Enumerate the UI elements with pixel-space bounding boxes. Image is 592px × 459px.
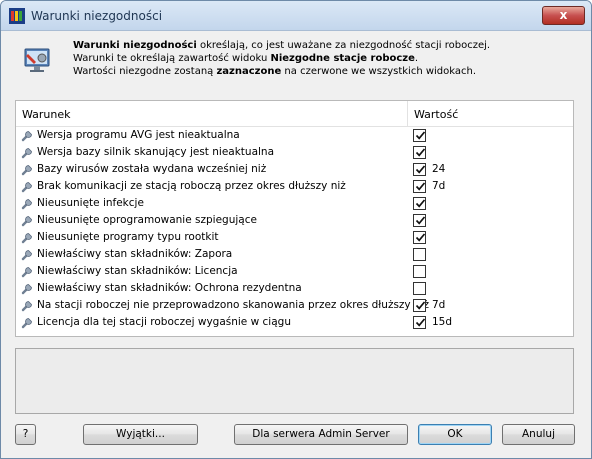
list-item[interactable]: Niewłaściwy stan składników: Zapora (16, 246, 573, 263)
condition-checkbox[interactable] (413, 265, 426, 278)
condition-value[interactable]: 15d (432, 316, 452, 328)
wrench-icon (21, 233, 32, 244)
list-item[interactable]: Na stacji roboczej nie przeprowadzono sk… (16, 297, 573, 314)
wrench-icon (21, 301, 32, 312)
wrench-icon (21, 284, 32, 295)
condition-checkbox[interactable] (413, 197, 426, 210)
condition-label: Na stacji roboczej nie przeprowadzono sk… (37, 299, 430, 311)
checkmark-icon (415, 216, 426, 225)
condition-checkbox[interactable] (413, 316, 426, 329)
avg-logo-icon (9, 8, 25, 24)
checkmark-icon (415, 148, 426, 157)
condition-checkbox[interactable] (413, 146, 426, 159)
condition-value[interactable]: 24 (432, 163, 445, 175)
wrench-icon (21, 318, 32, 329)
condition-checkbox[interactable] (413, 163, 426, 176)
close-button[interactable]: x (542, 6, 585, 25)
wrench-icon (21, 267, 32, 278)
condition-value[interactable]: 7d (432, 299, 445, 311)
wrench-icon (21, 250, 32, 261)
list-header: Warunek Wartość (16, 101, 573, 127)
list-item[interactable]: Nieusunięte infekcje (16, 195, 573, 212)
condition-label: Licencja dla tej stacji roboczej wygaśni… (37, 316, 291, 328)
condition-checkbox[interactable] (413, 299, 426, 312)
wrench-icon (21, 165, 32, 176)
admin-server-button[interactable]: Dla serwera Admin Server (234, 424, 408, 445)
header-line2-end: . (414, 53, 419, 64)
header-line2-text: Warunki te określają zawartość widoku (73, 53, 271, 64)
checkmark-icon (415, 131, 426, 140)
condition-checkbox[interactable] (413, 231, 426, 244)
condition-checkbox[interactable] (413, 129, 426, 142)
checkmark-icon (415, 165, 426, 174)
header-line3-bold: zaznaczone (216, 66, 282, 77)
condition-label: Niewłaściwy stan składników: Licencja (37, 265, 238, 277)
column-divider[interactable] (407, 101, 408, 127)
wrench-icon (21, 182, 32, 193)
title-bar[interactable]: Warunki niezgodności x (1, 1, 591, 31)
wrench-icon (21, 131, 32, 142)
description-panel (15, 348, 574, 414)
header-line3-text: Wartości niezgodne zostaną (73, 66, 217, 77)
condition-label: Wersja programu AVG jest nieaktualna (37, 129, 240, 141)
exceptions-button[interactable]: Wyjątki... (83, 424, 198, 445)
column-header-value[interactable]: Wartość (414, 108, 458, 121)
condition-checkbox[interactable] (413, 180, 426, 193)
header-description: Warunki niezgodności określają, co jest … (73, 39, 573, 78)
help-button[interactable]: ? (15, 424, 36, 445)
condition-label: Brak komunikacji ze stacją roboczą przez… (37, 180, 346, 192)
dialog-window: Warunki niezgodności x Warunki niezgodno… (0, 0, 592, 459)
window-title: Warunki niezgodności (31, 9, 163, 23)
condition-label: Nieusunięte infekcje (37, 197, 144, 209)
checkmark-icon (415, 301, 426, 310)
list-item[interactable]: Nieusunięte oprogramowanie szpiegujące (16, 212, 573, 229)
condition-label: Wersja bazy silnik skanujący jest nieakt… (37, 146, 275, 158)
condition-label: Nieusunięte programy typu rootkit (37, 231, 219, 243)
header-line2-bold: Niezgodne stacje robocze (270, 53, 415, 64)
cancel-button[interactable]: Anuluj (502, 424, 575, 445)
header-line1-text: określają, co jest uważane za niezgodnoś… (196, 40, 491, 51)
condition-label: Niewłaściwy stan składników: Zapora (37, 248, 233, 260)
ok-button[interactable]: OK (418, 424, 492, 445)
monitor-wrench-icon (24, 48, 50, 72)
list-item[interactable]: Bazy wirusów została wydana wcześniej ni… (16, 161, 573, 178)
list-rows: Wersja programu AVG jest nieaktualna Wers… (16, 127, 573, 331)
column-header-condition[interactable]: Warunek (22, 108, 71, 121)
conditions-list[interactable]: Warunek Wartość Wersja programu AVG jest… (15, 100, 574, 337)
condition-checkbox[interactable] (413, 248, 426, 261)
wrench-icon (21, 199, 32, 210)
list-item[interactable]: Wersja bazy silnik skanujący jest nieakt… (16, 144, 573, 161)
condition-label: Bazy wirusów została wydana wcześniej ni… (37, 163, 267, 175)
checkmark-icon (415, 199, 426, 208)
checkmark-icon (415, 182, 426, 191)
checkmark-icon (415, 318, 426, 327)
condition-checkbox[interactable] (413, 214, 426, 227)
checkmark-icon (415, 233, 426, 242)
header-title: Warunki niezgodności (73, 40, 197, 51)
wrench-icon (21, 216, 32, 227)
list-item[interactable]: Niewłaściwy stan składników: Ochrona rez… (16, 280, 573, 297)
list-item[interactable]: Nieusunięte programy typu rootkit (16, 229, 573, 246)
list-item[interactable]: Brak komunikacji ze stacją roboczą przez… (16, 178, 573, 195)
list-item[interactable]: Niewłaściwy stan składników: Licencja (16, 263, 573, 280)
condition-value[interactable]: 7d (432, 180, 445, 192)
list-item[interactable]: Licencja dla tej stacji roboczej wygaśni… (16, 314, 573, 331)
header-line3-end: na czerwone we wszystkich widokach. (281, 66, 477, 77)
condition-checkbox[interactable] (413, 282, 426, 295)
condition-label: Nieusunięte oprogramowanie szpiegujące (37, 214, 257, 226)
wrench-icon (21, 148, 32, 159)
dialog-body: Warunki niezgodności określają, co jest … (8, 31, 584, 453)
list-item[interactable]: Wersja programu AVG jest nieaktualna (16, 127, 573, 144)
condition-label: Niewłaściwy stan składników: Ochrona rez… (37, 282, 302, 294)
